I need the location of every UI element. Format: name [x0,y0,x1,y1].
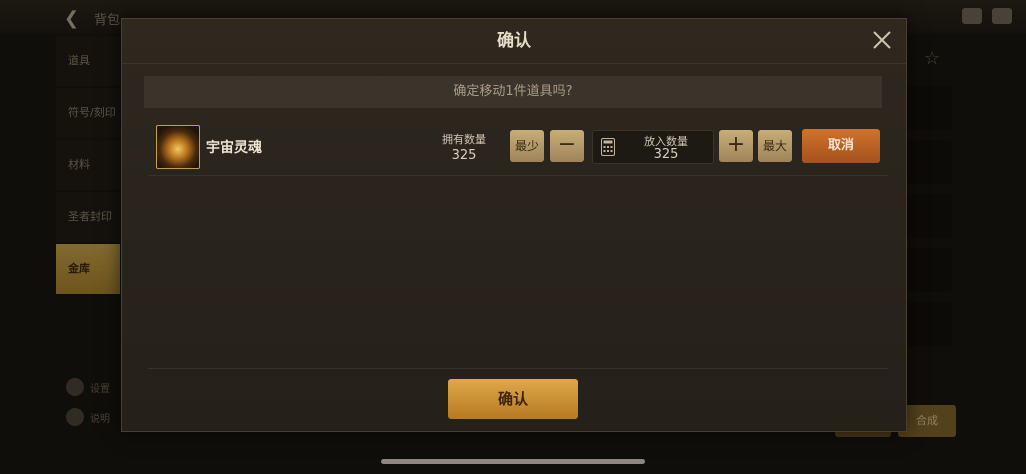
decrement-button[interactable]: − [550,130,584,162]
home-indicator[interactable] [381,459,645,464]
item-name: 宇宙灵魂 [206,140,262,156]
confirm-prompt: 确定移动1件道具吗? [144,76,882,108]
quantity-input[interactable]: 放入数量 325 [592,130,714,164]
footer-divider [148,368,888,369]
confirm-dialog: 确认 确定移动1件道具吗? 宇宙灵魂 拥有数量 325 最少 − 放入数量 32… [121,18,907,432]
owned-quantity: 拥有数量 325 [434,131,494,163]
cosmic-soul-item-icon [156,125,200,169]
min-button[interactable]: 最少 [510,130,544,162]
dialog-header: 确认 [122,19,906,64]
owned-label: 拥有数量 [442,133,486,146]
cancel-button[interactable]: 取消 [802,129,880,163]
quantity-value[interactable]: 325 [619,147,713,162]
increment-button[interactable]: + [719,130,753,162]
owned-value: 325 [451,148,477,163]
item-row: 宇宙灵魂 拥有数量 325 最少 − 放入数量 325 + 最大 取消 [148,119,888,176]
max-button[interactable]: 最大 [758,130,792,162]
confirm-button[interactable]: 确认 [448,379,578,419]
calculator-icon[interactable] [601,138,615,156]
dialog-title: 确认 [497,31,531,51]
close-icon[interactable] [870,28,894,52]
